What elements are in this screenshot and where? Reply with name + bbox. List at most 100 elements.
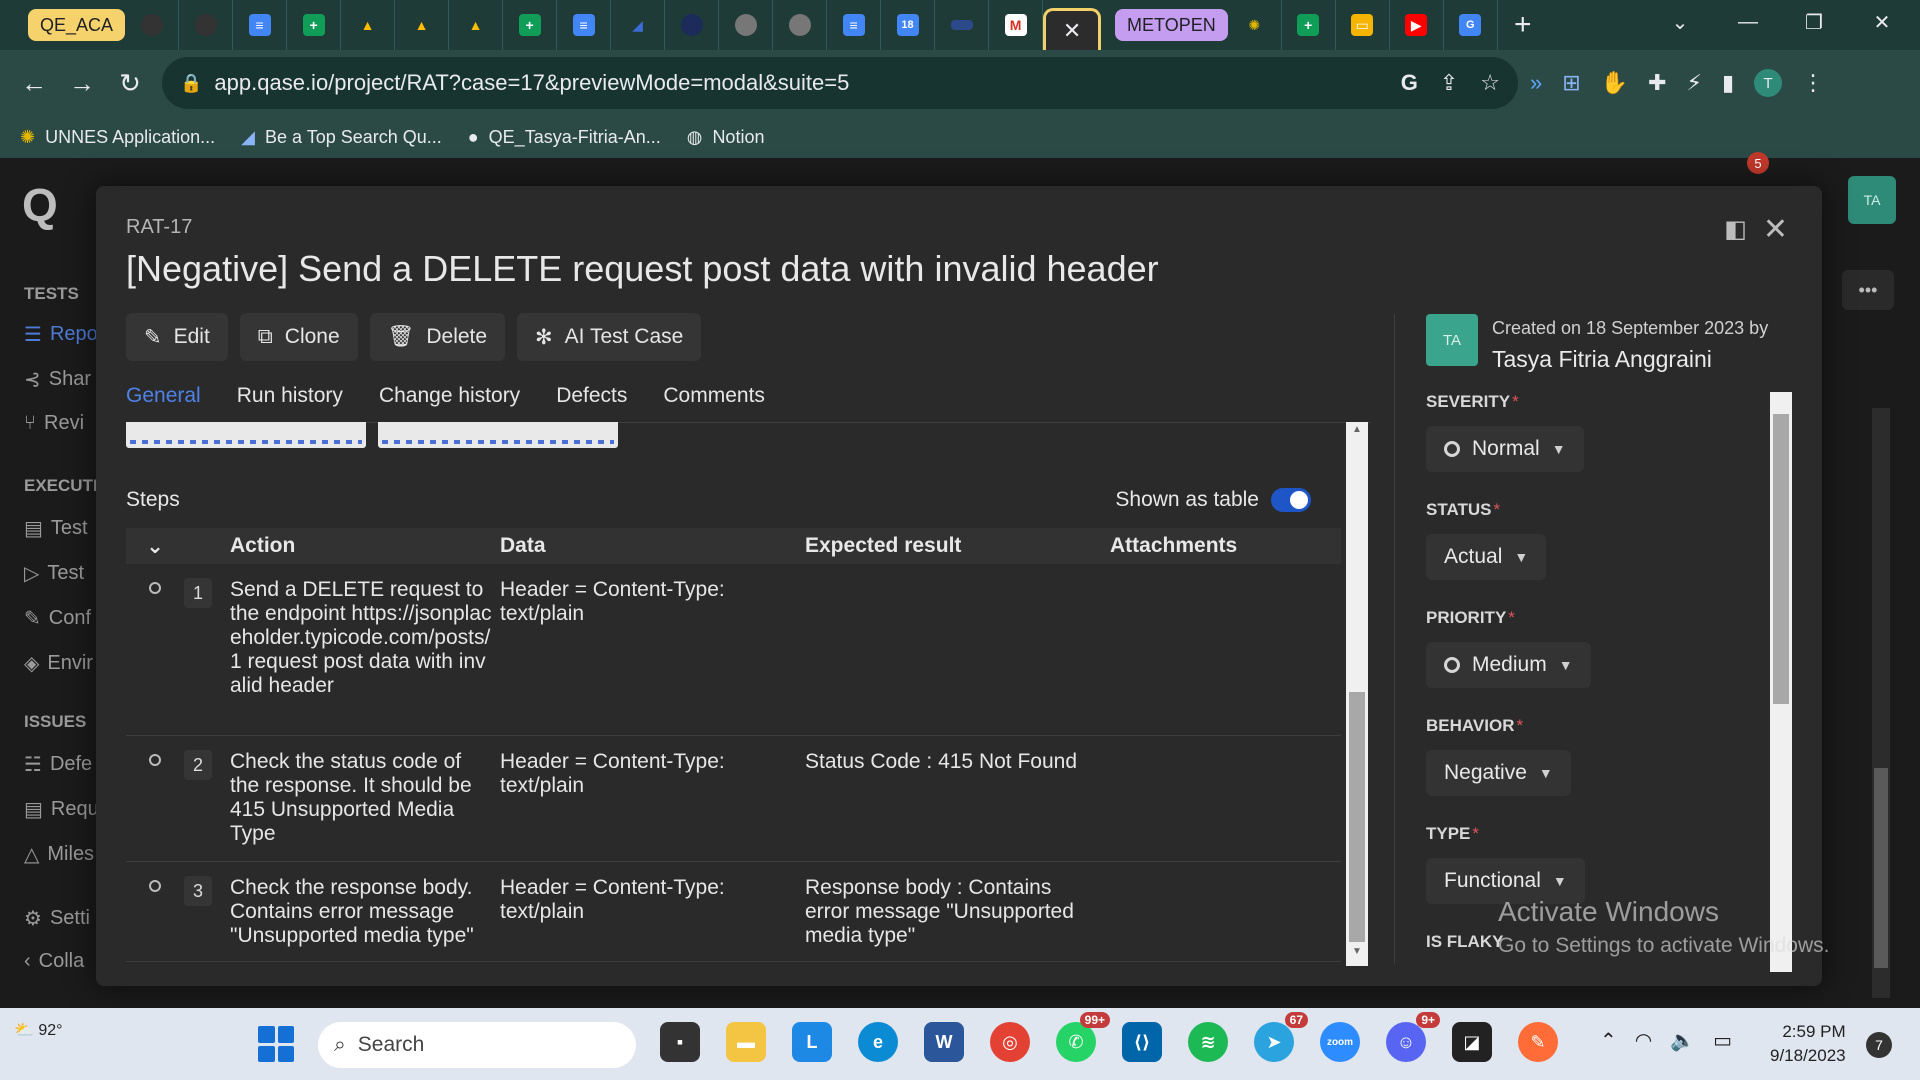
row-expand[interactable] [126, 750, 184, 851]
ai-test-case-button[interactable]: ✻ AI Test Case [517, 313, 702, 361]
sidebar-item-test-runs[interactable]: ▤ Test [24, 516, 88, 541]
table-row[interactable]: 2 Check the status code of the response.… [126, 736, 1341, 862]
weather-widget[interactable]: ⛅ 92° [14, 1020, 63, 1040]
notification-center-badge[interactable]: 7 [1866, 1032, 1892, 1058]
clone-button[interactable]: ⧉ Clone [239, 313, 358, 361]
avatar[interactable]: TA [1848, 176, 1896, 224]
wifi-icon[interactable]: ◠ [1635, 1028, 1652, 1053]
forward-button[interactable]: → [58, 59, 106, 107]
sidebar-item-repository[interactable]: ☰ Repo [24, 322, 98, 347]
extensions-puzzle-icon[interactable]: ✚ [1648, 70, 1666, 96]
priority-select[interactable]: Medium ▼ [1426, 642, 1591, 688]
bookmark-top-search[interactable]: ◢ Be a Top Search Qu... [241, 127, 442, 148]
sidebar-item-review[interactable]: ⑂ Revi [24, 412, 84, 435]
tab-site-2[interactable] [665, 0, 720, 50]
tab-site-3[interactable] [935, 0, 990, 50]
side-panel-icon[interactable]: ◧ [1724, 215, 1747, 244]
tab-github-2[interactable] [179, 0, 234, 50]
performance-icon[interactable]: ⚡ [1687, 70, 1702, 96]
tab-github-1[interactable] [125, 0, 180, 50]
tab-sheets-3[interactable]: + [1282, 0, 1336, 50]
bookmark-star-icon[interactable]: ☆ [1480, 70, 1500, 96]
delete-button[interactable]: 🗑 Delete [369, 313, 506, 361]
share-icon[interactable]: ⇪ [1440, 70, 1458, 96]
sidebar-item-shared[interactable]: ⊰ Shar [24, 367, 91, 392]
google-lens-icon[interactable]: G [1401, 70, 1418, 96]
profile-avatar[interactable]: T [1754, 69, 1783, 97]
discord-icon[interactable]: ☺ 9+ [1386, 1012, 1440, 1062]
tab-sheets-1[interactable]: + [287, 0, 342, 50]
tab-drive-3[interactable]: ▲ [449, 0, 504, 50]
edge-icon[interactable]: e [858, 1022, 898, 1062]
sidebar-item-milestones[interactable]: △ Miles [24, 842, 94, 867]
menu-kebab-icon[interactable]: ⋮ [1802, 70, 1824, 96]
bookmark-github[interactable]: ● QE_Tasya-Fitria-An... [468, 127, 661, 148]
bookmark-notion[interactable]: ◍ Notion [687, 127, 765, 148]
start-button[interactable] [258, 1026, 294, 1062]
translate-extension-icon[interactable]: ⊞ [1562, 70, 1580, 96]
new-tab-button[interactable]: + [1498, 0, 1548, 50]
tab-change-history[interactable]: Change history [379, 384, 520, 425]
tab-gmail[interactable]: M [989, 0, 1044, 50]
status-select[interactable]: Actual ▼ [1426, 534, 1547, 580]
tab-active-qase[interactable]: ✕ [1043, 8, 1102, 50]
tab-defects[interactable]: Defects [556, 384, 627, 425]
behavior-select[interactable]: Negative ▼ [1426, 750, 1571, 796]
tab-group-qe-aca[interactable]: QE_ACA [28, 9, 126, 41]
tab-docs-3[interactable]: ≡ [827, 0, 882, 50]
edit-button[interactable]: ✎ Edit [126, 313, 228, 361]
sidebar-item-defects[interactable]: ☵ Defe [24, 752, 92, 777]
address-bar[interactable]: 🔒 app.qase.io/project/RAT?case=17&previe… [162, 57, 1518, 109]
sidebar-item-configurations[interactable]: ✎ Conf [24, 606, 91, 631]
postman-icon[interactable]: ✎ [1518, 1022, 1558, 1062]
whatsapp-icon[interactable]: ✆ 99+ [1056, 1012, 1110, 1062]
tab-globe-2[interactable] [773, 0, 828, 50]
scroll-down-arrow[interactable]: ▼ [1346, 946, 1368, 964]
taskbar-search[interactable]: ⌕ Search [318, 1022, 636, 1068]
minimize-button[interactable]: — [1718, 0, 1778, 44]
restore-button[interactable]: ❐ [1784, 0, 1844, 44]
task-view-icon[interactable]: ▪ [660, 1022, 700, 1062]
tab-run-history[interactable]: Run history [237, 384, 343, 425]
chrome-icon[interactable]: ◎ [990, 1022, 1030, 1062]
scroll-thumb[interactable] [1773, 414, 1789, 704]
telegram-icon[interactable]: ➤ 67 [1254, 1012, 1308, 1062]
tab-translate[interactable]: G [1444, 0, 1498, 50]
close-icon[interactable]: ✕ [1763, 212, 1788, 247]
tab-sheets-2[interactable]: + [503, 0, 558, 50]
zoom-icon[interactable]: zoom [1320, 1022, 1360, 1062]
adblock-icon[interactable]: ✋ [1601, 70, 1628, 96]
scroll-thumb[interactable] [1349, 692, 1365, 942]
content-scrollbar[interactable]: ▲ ▼ [1346, 422, 1368, 966]
tab-slides[interactable]: ▭ [1336, 0, 1390, 50]
tab-search-icon[interactable]: ⌄ [1650, 0, 1710, 44]
scroll-thumb[interactable] [1874, 768, 1888, 968]
row-expand[interactable] [126, 876, 184, 951]
file-explorer-icon[interactable]: ▬ [726, 1022, 766, 1062]
tab-drive-1[interactable]: ▲ [341, 0, 396, 50]
tab-calendar[interactable]: 18 [881, 0, 936, 50]
qase-logo[interactable]: Q [22, 178, 58, 232]
severity-select[interactable]: Normal ▼ [1426, 426, 1584, 472]
word-icon[interactable]: W [924, 1022, 964, 1062]
chevron-up-icon[interactable]: ⌃ [1600, 1028, 1617, 1053]
sidebar-item-requirements[interactable]: ▤ Requ [24, 797, 99, 822]
sidebar-collapse[interactable]: ‹ Colla [24, 950, 84, 973]
tab-youtube[interactable]: ▶ [1390, 0, 1444, 50]
bookmark-unnes[interactable]: ✺ UNNES Application... [20, 127, 215, 148]
row-expand[interactable] [126, 578, 184, 725]
app-l-icon[interactable]: L [792, 1022, 832, 1062]
panel-scrollbar[interactable] [1770, 392, 1792, 972]
attachment-thumbnail[interactable] [126, 422, 366, 448]
attachment-thumbnail[interactable] [378, 422, 618, 448]
notification-badge[interactable]: 5 [1747, 152, 1769, 174]
expand-all-icon[interactable]: ⌄ [126, 534, 184, 559]
more-options-button[interactable]: ••• [1842, 270, 1894, 310]
sidebar-item-test-plans[interactable]: ▷ Test [24, 561, 84, 586]
side-panel-icon[interactable]: ▮ [1722, 70, 1734, 96]
tab-group-metopen[interactable]: METOPEN [1115, 9, 1228, 41]
sidebar-item-environments[interactable]: ◈ Envir [24, 651, 93, 676]
tab-docs-1[interactable]: ≡ [233, 0, 288, 50]
tab-site-1[interactable]: ◢ [611, 0, 666, 50]
table-row[interactable]: 3 Check the response body. Contains erro… [126, 862, 1341, 962]
